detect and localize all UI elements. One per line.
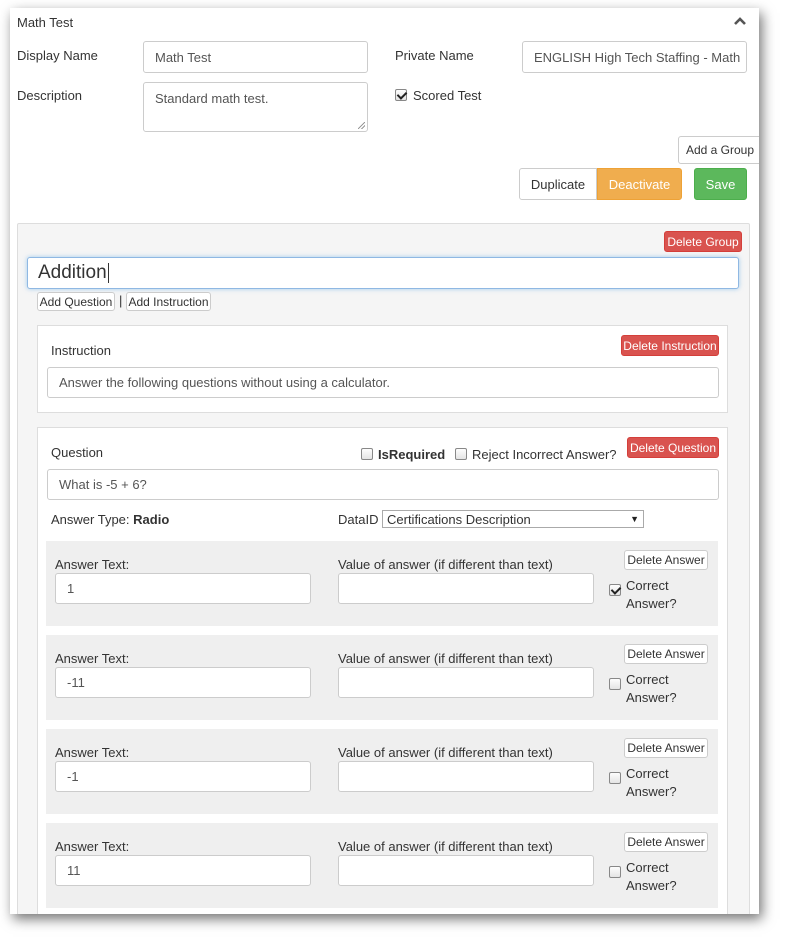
answer-text-field[interactable]: 11 [55,855,311,886]
checkbox-checked-icon[interactable] [395,88,407,101]
answer-value-field[interactable] [338,761,594,792]
group-name-text: Addition [38,262,107,283]
checkbox-unchecked-icon[interactable] [609,865,621,878]
group-panel: Delete Group Addition Add Question | Add… [17,223,750,914]
correct-answer-label-1: Correct [626,672,669,687]
answer-type-key: Answer Type: [51,512,130,527]
answer-text-label: Answer Text: [55,745,130,760]
correct-answer-checkbox[interactable] [609,769,621,784]
answer-text-label: Answer Text: [55,651,130,666]
private-name-field[interactable]: ENGLISH High Tech Staffing - Math [522,41,747,73]
panel-title: Math Test [17,15,74,30]
add-instruction-button[interactable]: Add Instruction [126,292,211,311]
resize-handle-icon[interactable] [358,122,365,129]
correct-answer-label-1: Correct [626,578,669,593]
checkbox-checked-icon[interactable] [609,583,621,596]
display-name-label: Display Name [17,48,98,63]
answer-text-field[interactable]: -11 [55,667,311,698]
checkbox-unchecked-icon[interactable] [361,447,373,460]
answer-row: Answer Text: -1 Value of answer (if diff… [46,729,718,814]
answer-text-field[interactable]: -1 [55,761,311,792]
add-group-button[interactable]: Add a Group [678,136,759,164]
answer-value-label: Value of answer (if different than text) [338,651,553,666]
answer-row: Answer Text: -11 Value of answer (if dif… [46,635,718,720]
checkbox-unchecked-icon[interactable] [455,447,467,460]
delete-answer-button[interactable]: Delete Answer [624,832,708,852]
answer-row: Answer Text: 11 Value of answer (if diff… [46,823,718,908]
answer-value-label: Value of answer (if different than text) [338,745,553,760]
correct-answer-label-2: Answer? [626,596,677,611]
answer-value-label: Value of answer (if different than text) [338,839,553,854]
caret-down-icon: ▼ [630,514,639,524]
correct-answer-label-1: Correct [626,860,669,875]
scored-test-label: Scored Test [413,88,482,103]
dataid-selected: Certifications Description [387,511,531,527]
save-button[interactable]: Save [694,168,747,200]
answer-value-field[interactable] [338,855,594,886]
correct-answer-label-2: Answer? [626,878,677,893]
duplicate-button[interactable]: Duplicate [519,168,597,200]
separator: | [119,293,123,308]
scored-test-checkbox[interactable] [395,86,407,101]
description-label: Description [17,88,83,103]
instruction-text-field[interactable]: Answer the following questions without u… [47,367,719,398]
correct-answer-label-2: Answer? [626,690,677,705]
instruction-panel: Instruction Delete Instruction Answer th… [37,325,728,413]
answer-text-field[interactable]: 1 [55,573,311,604]
text-cursor [107,263,109,283]
dataid-label: DataID [338,512,379,527]
group-name-input[interactable]: Addition [27,257,739,289]
answer-value-field[interactable] [338,573,594,604]
display-name-field[interactable]: Math Test [143,41,368,73]
delete-instruction-button[interactable]: Delete Instruction [621,335,719,356]
correct-answer-label-1: Correct [626,766,669,781]
correct-answer-checkbox[interactable] [609,863,621,878]
answer-type-label: Answer Type: Radio [51,512,169,527]
delete-question-button[interactable]: Delete Question [627,437,719,458]
question-text-field[interactable]: What is -5 + 6? [47,469,719,500]
description-text: Standard math test. [155,91,269,106]
reject-incorrect-checkbox[interactable] [455,445,467,460]
instruction-label: Instruction [51,343,111,358]
question-panel: Question IsRequired Reject Incorrect Ans… [37,427,728,914]
delete-answer-button[interactable]: Delete Answer [624,644,708,664]
delete-answer-button[interactable]: Delete Answer [624,550,708,570]
is-required-label: IsRequired [378,447,446,462]
question-label: Question [51,445,104,460]
answer-text-label: Answer Text: [55,557,130,572]
correct-answer-checkbox[interactable] [609,675,621,690]
delete-answer-button[interactable]: Delete Answer [624,738,708,758]
description-textarea[interactable]: Standard math test. [143,82,368,132]
test-editor-card: Math Test Display Name Math Test Private… [10,8,759,914]
dataid-select[interactable]: Certifications Description ▼ [382,510,644,528]
add-question-button[interactable]: Add Question [37,292,115,311]
private-name-label: Private Name [395,48,474,63]
reject-incorrect-label: Reject Incorrect Answer? [472,447,617,462]
correct-answer-label-2: Answer? [626,784,677,799]
deactivate-button[interactable]: Deactivate [597,168,682,200]
checkbox-unchecked-icon[interactable] [609,677,621,690]
chevron-up-icon[interactable] [733,14,747,28]
answer-text-label: Answer Text: [55,839,130,854]
answer-value-field[interactable] [338,667,594,698]
answer-type-value: Radio [133,512,170,527]
delete-group-button[interactable]: Delete Group [664,231,742,252]
answer-row: Answer Text: 1 Value of answer (if diffe… [46,541,718,626]
answer-value-label: Value of answer (if different than text) [338,557,553,572]
is-required-checkbox[interactable] [361,445,373,460]
checkbox-unchecked-icon[interactable] [609,771,621,784]
correct-answer-checkbox[interactable] [609,581,621,596]
